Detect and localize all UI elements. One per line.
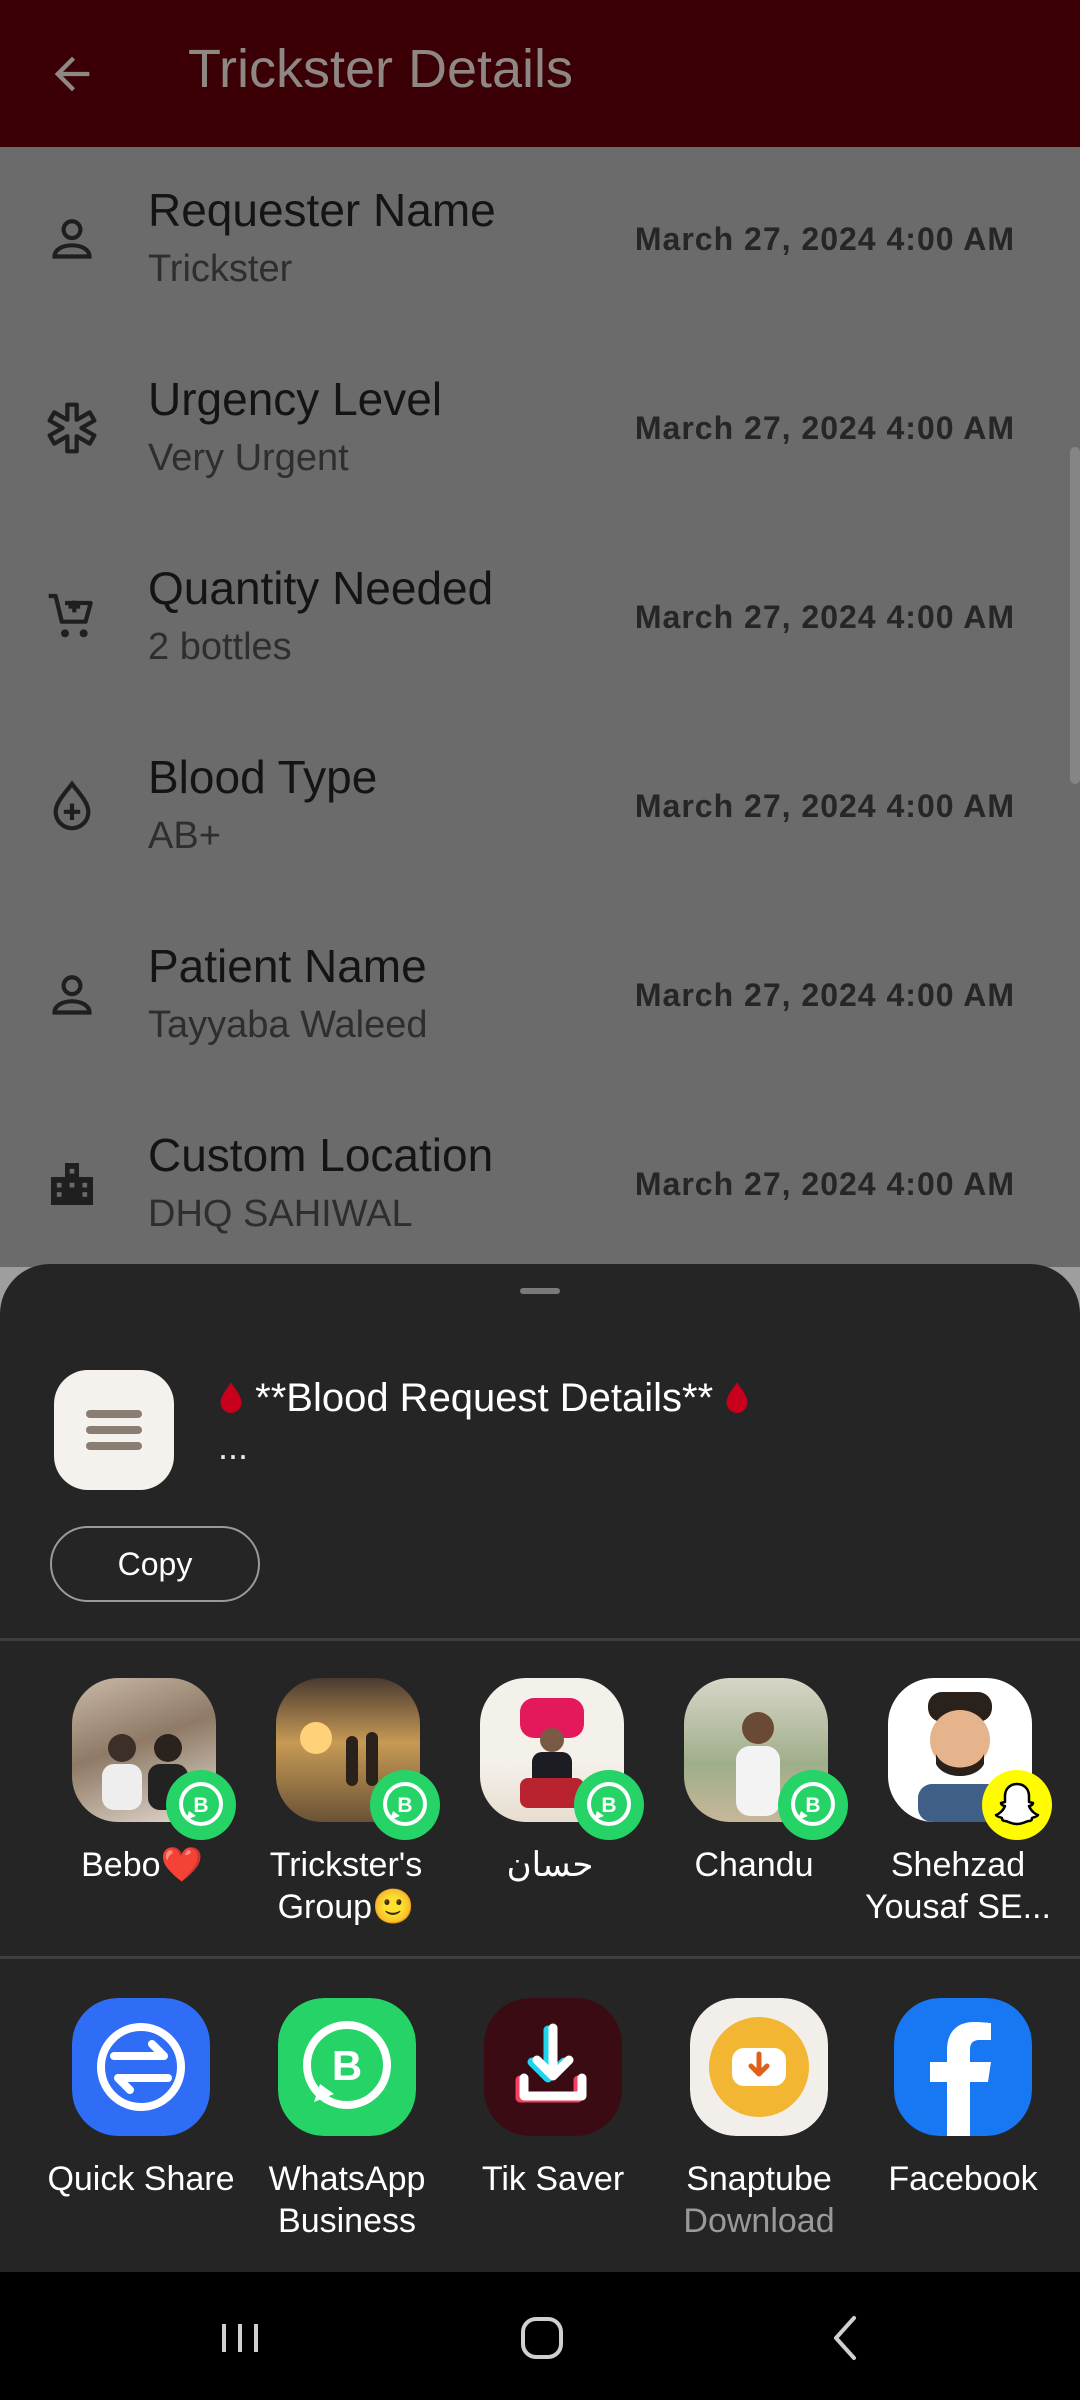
drag-handle[interactable] <box>520 1288 560 1294</box>
share-contact[interactable]: B Chandu <box>654 1678 854 1938</box>
share-app-snaptube[interactable]: Snaptube Download <box>654 1998 864 2258</box>
detail-label: Custom Location <box>148 1129 494 1181</box>
page-title: Trickster Details <box>188 39 574 99</box>
share-preview-ellipsis: ... <box>218 1426 249 1467</box>
share-preview-title: **Blood Request Details** <box>255 1376 714 1420</box>
download-icon <box>484 1998 622 2136</box>
detail-date: March 27, 2024 4:00 AM <box>634 977 1015 1013</box>
detail-date: March 27, 2024 4:00 AM <box>634 1166 1015 1202</box>
share-contact[interactable]: B Trickster's Group🙂 <box>246 1678 446 1938</box>
home-icon[interactable] <box>512 2308 572 2368</box>
back-arrow-icon[interactable] <box>46 48 98 100</box>
snapchat-badge-icon <box>982 1770 1052 1840</box>
detail-value: DHQ SAHIWAL <box>148 1193 413 1235</box>
detail-value: Very Urgent <box>148 437 349 479</box>
facebook-icon <box>894 1998 1032 2136</box>
medical-icon <box>47 402 97 454</box>
share-preview-text: **Blood Request Details** <box>218 1376 750 1421</box>
app-name: Facebook <box>888 2160 1038 2198</box>
detail-value: Trickster <box>148 248 293 290</box>
app-subtitle: Download <box>683 2202 835 2240</box>
detail-date: March 27, 2024 4:00 AM <box>634 410 1015 446</box>
app-name: Quick Share <box>47 2160 235 2198</box>
detail-date: March 27, 2024 4:00 AM <box>634 221 1015 257</box>
detail-row-quantity-needed: Quantity Needed 2 bottles March 27, 2024… <box>0 525 1080 714</box>
share-contact[interactable]: Shehzad Yousaf SE... <box>858 1678 1058 1938</box>
contact-name: Chandu <box>694 1846 814 1884</box>
divider <box>0 1956 1080 1959</box>
share-app-quick-share[interactable]: Quick Share <box>36 1998 246 2258</box>
whatsapp-business-badge-icon: B <box>370 1770 440 1840</box>
whatsapp-business-badge-icon: B <box>166 1770 236 1840</box>
scrollbar[interactable] <box>1070 447 1080 784</box>
whatsapp-business-icon: B <box>278 1998 416 2136</box>
whatsapp-business-badge-icon: B <box>778 1770 848 1840</box>
divider <box>0 1638 1080 1641</box>
detail-date: March 27, 2024 4:00 AM <box>634 599 1015 635</box>
blood-drop-icon <box>53 780 91 831</box>
recent-apps-icon[interactable] <box>210 2308 270 2368</box>
contact-name: Bebo❤️ <box>81 1846 203 1884</box>
app-name-label: Snaptube <box>686 2160 832 2198</box>
person-icon <box>52 219 92 259</box>
snaptube-icon <box>690 1998 828 2136</box>
app-name: Snaptube Download <box>644 2158 874 2242</box>
svg-text:B: B <box>193 1794 208 1817</box>
detail-value: Tayyaba Waleed <box>148 1004 428 1046</box>
detail-label: Quantity Needed <box>148 562 494 614</box>
contact-name: Shehzad Yousaf SE... <box>865 1846 1051 1926</box>
detail-label: Urgency Level <box>148 373 443 425</box>
back-icon[interactable] <box>816 2308 876 2368</box>
share-contact[interactable]: B Bebo❤️ <box>42 1678 242 1938</box>
blood-drop-icon <box>220 1382 242 1413</box>
blood-drop-icon <box>726 1382 748 1413</box>
detail-value: 2 bottles <box>148 626 292 668</box>
detail-row-patient-name: Patient Name Tayyaba Waleed March 27, 20… <box>0 903 1080 1092</box>
copy-button[interactable]: Copy <box>50 1526 260 1602</box>
details-list: Requester Name Trickster March 27, 2024 … <box>0 147 1080 1267</box>
detail-value: AB+ <box>148 815 221 857</box>
svg-text:B: B <box>601 1794 616 1817</box>
preview-text-icon <box>54 1370 174 1490</box>
share-sheet: **Blood Request Details** ... Copy B Beb… <box>0 1264 1080 2272</box>
detail-row-urgency-level: Urgency Level Very Urgent March 27, 2024… <box>0 336 1080 525</box>
detail-row-custom-location: Custom Location DHQ SAHIWAL March 27, 20… <box>0 1092 1080 1267</box>
app-name: WhatsApp Business <box>268 2160 426 2240</box>
app-bar: Trickster Details <box>0 0 1080 147</box>
share-app-whatsapp-business[interactable]: B WhatsApp Business <box>242 1998 452 2258</box>
detail-label: Patient Name <box>148 940 427 992</box>
detail-label: Requester Name <box>148 184 496 236</box>
svg-text:B: B <box>397 1794 412 1817</box>
share-contact[interactable]: B حسان <box>450 1678 650 1938</box>
svg-text:B: B <box>805 1794 820 1817</box>
building-icon <box>51 1163 93 1205</box>
contact-name: Trickster's Group🙂 <box>269 1846 423 1926</box>
detail-row-blood-type: Blood Type AB+ March 27, 2024 4:00 AM <box>0 714 1080 903</box>
detail-date: March 27, 2024 4:00 AM <box>634 788 1015 824</box>
contact-name: حسان <box>506 1846 594 1884</box>
app-name: Tik Saver <box>481 2160 625 2198</box>
detail-row-requester-name: Requester Name Trickster March 27, 2024 … <box>0 147 1080 336</box>
person-icon <box>52 975 92 1015</box>
share-app-tik-saver[interactable]: Tik Saver <box>448 1998 658 2258</box>
svg-text:B: B <box>332 2042 362 2089</box>
cart-icon <box>48 593 93 638</box>
system-nav-bar <box>0 2272 1080 2400</box>
quick-share-icon <box>72 1998 210 2136</box>
share-app-facebook[interactable]: Facebook <box>858 1998 1068 2258</box>
whatsapp-business-badge-icon: B <box>574 1770 644 1840</box>
detail-label: Blood Type <box>148 751 378 803</box>
